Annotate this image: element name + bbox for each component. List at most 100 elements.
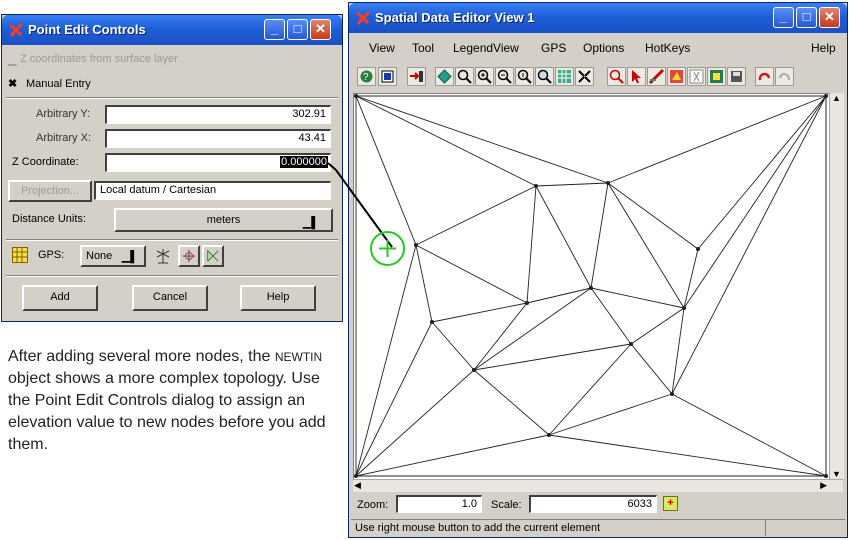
- tin-edge: [630, 307, 685, 345]
- tin-node[interactable]: [413, 242, 419, 248]
- edit-polygon-icon[interactable]: [667, 67, 686, 86]
- tin-edge: [355, 95, 417, 246]
- zoom-previous-icon[interactable]: [535, 67, 554, 86]
- close-button[interactable]: ✕: [310, 19, 331, 40]
- tin-node[interactable]: [533, 183, 539, 189]
- node-tool-icon[interactable]: [707, 67, 726, 86]
- window-icon[interactable]: [378, 67, 397, 86]
- tin-node[interactable]: [524, 300, 530, 306]
- arbitrary-y-field[interactable]: 302.91: [105, 105, 331, 124]
- distance-units-dropdown[interactable]: meters ▁▌: [114, 208, 333, 232]
- tin-node[interactable]: [429, 319, 435, 325]
- tin-node[interactable]: [605, 180, 611, 186]
- arbitrary-x-label: Arbitrary X:: [36, 132, 92, 144]
- tin-node[interactable]: [823, 93, 829, 99]
- select-pointer-icon[interactable]: [627, 67, 646, 86]
- maximize-button[interactable]: □: [287, 19, 308, 40]
- gps-target-button[interactable]: [178, 245, 200, 267]
- menu-help[interactable]: Help: [811, 41, 836, 55]
- tin-node[interactable]: [695, 246, 701, 252]
- tin-node[interactable]: [681, 305, 687, 311]
- minimize-button[interactable]: _: [264, 19, 285, 40]
- projection-button[interactable]: Projection...: [8, 180, 92, 202]
- select-query-icon[interactable]: [607, 67, 626, 86]
- tin-edge: [590, 287, 685, 309]
- zoom-1x-icon[interactable]: [515, 67, 534, 86]
- tin-node[interactable]: [588, 285, 594, 291]
- tin-edge: [697, 95, 827, 250]
- menu-view[interactable]: View: [369, 41, 395, 55]
- close-button[interactable]: ✕: [819, 7, 840, 28]
- point-edit-controls-window: Point Edit Controls _ □ ✕ ▁ Z coordinate…: [1, 14, 343, 322]
- tin-node[interactable]: [628, 341, 634, 347]
- zoom-out-icon[interactable]: [495, 67, 514, 86]
- grid-select-icon[interactable]: [555, 67, 574, 86]
- menu-options[interactable]: Options: [583, 41, 624, 55]
- zoom-box-icon[interactable]: [455, 67, 474, 86]
- fit-layer-icon[interactable]: [435, 67, 454, 86]
- pan-arrows-icon[interactable]: [575, 67, 594, 86]
- manual-entry-checkbox[interactable]: ✖: [8, 77, 17, 90]
- status-bar: Use right mouse button to add the curren…: [351, 519, 845, 536]
- menu-gps[interactable]: GPS: [541, 41, 566, 55]
- menu-hotkeys[interactable]: HotKeys: [645, 41, 690, 55]
- gps-value: None: [86, 250, 113, 262]
- tin-node[interactable]: [823, 473, 829, 479]
- scale-field[interactable]: 6033: [529, 495, 657, 513]
- redo-icon[interactable]: [775, 67, 794, 86]
- save-icon[interactable]: [727, 67, 746, 86]
- tin-edge: [526, 287, 592, 304]
- z-from-surface-label: Z coordinates from surface layer: [20, 53, 178, 65]
- horizontal-scrollbar[interactable]: ◀ ▶: [353, 479, 843, 492]
- z-coordinate-field[interactable]: 0.000000: [105, 153, 331, 172]
- tin-node[interactable]: [353, 473, 359, 479]
- scroll-left-arrow-icon[interactable]: ◀: [354, 480, 361, 491]
- menu-legendview[interactable]: LegendView: [453, 41, 519, 55]
- menu-tool[interactable]: Tool: [412, 41, 434, 55]
- maximize-button[interactable]: □: [796, 7, 817, 28]
- tin-node[interactable]: [669, 391, 675, 397]
- tin-triangulation: [353, 93, 829, 479]
- legend-icon[interactable]: [407, 67, 426, 86]
- z-from-surface-checkbox[interactable]: ▁: [8, 53, 16, 66]
- zoom-field[interactable]: 1.0: [396, 495, 482, 513]
- spatial-data-editor-window: Spatial Data Editor View 1 _ □ ✕ View To…: [348, 2, 848, 538]
- tin-edge: [355, 369, 475, 477]
- image-icon[interactable]: [687, 67, 706, 86]
- editor-titlebar[interactable]: Spatial Data Editor View 1 _ □ ✕: [349, 3, 847, 33]
- undo-icon[interactable]: [755, 67, 774, 86]
- tin-node[interactable]: [471, 367, 477, 373]
- minimize-button[interactable]: _: [773, 7, 794, 28]
- gps-antenna-icon[interactable]: [154, 247, 172, 265]
- scroll-right-arrow-icon[interactable]: ▶: [820, 480, 827, 491]
- scroll-up-arrow-icon[interactable]: ▲: [832, 93, 841, 103]
- tin-edge: [473, 302, 528, 371]
- tin-edge: [548, 434, 827, 477]
- map-canvas[interactable]: [353, 93, 831, 481]
- add-button[interactable]: Add: [22, 285, 98, 311]
- tin-edge: [473, 369, 550, 436]
- tin-edge: [607, 182, 685, 309]
- tin-node[interactable]: [546, 432, 552, 438]
- gps-dropdown[interactable]: None ▁▌: [80, 245, 146, 267]
- distance-units-value: meters: [206, 214, 241, 226]
- gps-log-button[interactable]: [202, 245, 224, 267]
- tin-node[interactable]: [353, 93, 359, 99]
- cancel-button[interactable]: Cancel: [132, 285, 208, 311]
- scale-options-icon[interactable]: +: [663, 496, 678, 511]
- grid-icon[interactable]: [12, 247, 28, 263]
- zoom-in-icon[interactable]: [475, 67, 494, 86]
- edit-line-icon[interactable]: [647, 67, 666, 86]
- help-tool-icon[interactable]: ?: [357, 67, 376, 86]
- point-edit-titlebar[interactable]: Point Edit Controls _ □ ✕: [2, 15, 342, 45]
- help-button[interactable]: Help: [240, 285, 316, 311]
- vertical-scrollbar[interactable]: ▲ ▼: [829, 93, 844, 479]
- status-text: Use right mouse button to add the curren…: [355, 522, 601, 534]
- tin-edge: [607, 95, 827, 184]
- arbitrary-x-field[interactable]: 43.41: [105, 129, 331, 148]
- scroll-down-arrow-icon[interactable]: ▼: [832, 469, 841, 479]
- scale-label: Scale:: [491, 499, 522, 511]
- caption-object-name: NEWTIN: [274, 350, 323, 364]
- projection-field[interactable]: Local datum / Cartesian: [94, 181, 331, 200]
- tntmips-app-icon: [9, 22, 24, 37]
